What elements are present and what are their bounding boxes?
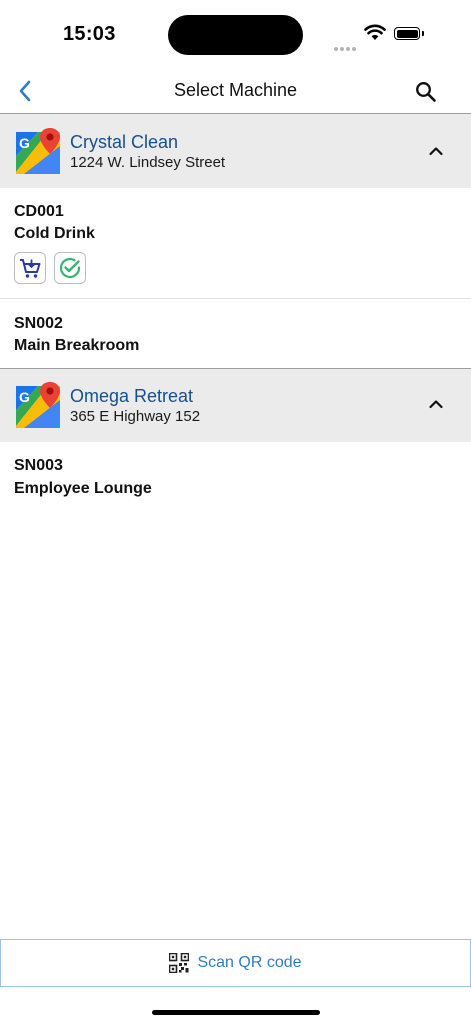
svg-text:G: G (19, 135, 30, 151)
chevron-up-icon (429, 400, 443, 409)
google-maps-icon[interactable]: G (14, 126, 64, 176)
machine-id: SN002 (14, 315, 63, 332)
machine-id: SN003 (14, 457, 63, 474)
location-name: Crystal Clean (70, 132, 179, 152)
location-name: Omega Retreat (70, 386, 194, 406)
location-header-omega-retreat[interactable]: G Omega Retreat 365 E Highway 152 (0, 368, 471, 442)
svg-text:G: G (19, 389, 30, 405)
machine-row[interactable]: SN002 Main Breakroom (0, 299, 471, 368)
machine-name: Cold Drink (14, 225, 95, 242)
status-time: 15:03 (63, 23, 116, 45)
scan-qr-button[interactable]: Scan QR code (0, 939, 471, 987)
machine-id: CD001 (14, 203, 64, 220)
nav-bar: Select Machine (0, 70, 471, 114)
search-button[interactable] (412, 78, 440, 106)
machine-name: Main Breakroom (14, 337, 140, 354)
dynamic-island (168, 15, 303, 55)
collapse-button[interactable] (425, 140, 447, 162)
check-circle-icon (59, 257, 81, 279)
machine-row[interactable]: CD001 Cold Drink (0, 188, 471, 299)
qr-code-icon (169, 953, 190, 973)
cellular-signal-icon (334, 38, 358, 56)
wifi-icon (364, 24, 386, 46)
page-title: Select Machine (173, 80, 298, 100)
chevron-up-icon (429, 147, 443, 156)
collapse-button[interactable] (425, 393, 447, 415)
google-maps-icon[interactable]: G (14, 380, 64, 430)
machine-name: Employee Lounge (14, 480, 152, 497)
cart-badge[interactable] (14, 252, 46, 284)
status-bar: 15:03 (0, 0, 471, 70)
location-address: 1224 W. Lindsey Street (70, 154, 226, 171)
battery-icon (394, 27, 420, 40)
scan-qr-label: Scan QR code (197, 954, 302, 971)
home-indicator[interactable] (152, 1010, 320, 1015)
machine-row[interactable]: SN003 Employee Lounge (0, 442, 471, 510)
check-badge[interactable] (54, 252, 86, 284)
location-address: 365 E Highway 152 (70, 408, 201, 425)
cart-icon (20, 259, 41, 278)
search-icon (416, 82, 436, 102)
location-header-crystal-clean[interactable]: G Crystal Clean 1224 W. Lindsey Street (0, 114, 471, 188)
